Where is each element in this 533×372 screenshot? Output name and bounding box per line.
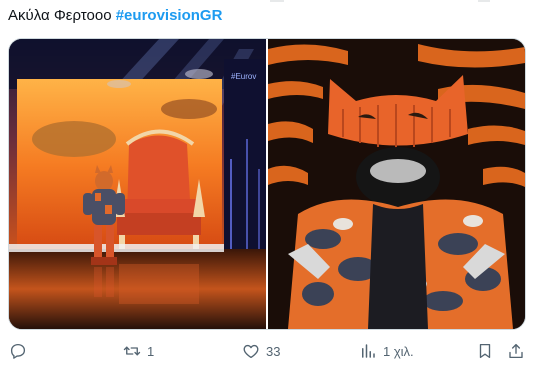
retweet-count: 1: [147, 343, 155, 359]
views-icon: [362, 344, 375, 358]
share-button[interactable]: [507, 334, 525, 368]
reply-button[interactable]: [9, 334, 27, 368]
views-button[interactable]: 1 χιλ.: [359, 334, 414, 368]
tweet-action-bar: 1 33 1 χιλ.: [0, 334, 533, 368]
previous-tweet-remnant: [478, 0, 490, 2]
media-grid: #Eurov: [8, 38, 526, 330]
bookmark-button[interactable]: [476, 334, 494, 368]
bookmark-icon: [479, 343, 491, 359]
stage-performer-image[interactable]: #Eurov: [9, 39, 266, 329]
hashtag-link[interactable]: #eurovisionGR: [116, 7, 223, 24]
retweet-button[interactable]: 1: [123, 334, 154, 368]
share-icon: [509, 343, 523, 359]
previous-tweet-edge: [0, 0, 533, 4]
heart-icon: [243, 344, 259, 359]
views-count: 1 χιλ.: [383, 343, 414, 359]
tiger-costume-closeup-image[interactable]: [268, 39, 525, 329]
previous-tweet-remnant: [270, 0, 284, 2]
tweet-text: Ακύλα Φερτοοο #eurovisionGR: [8, 7, 222, 25]
like-button[interactable]: 33: [242, 334, 280, 368]
tweet-text-plain: Ακύλα Φερτοοο: [8, 7, 112, 24]
svg-text:#Eurov: #Eurov: [231, 72, 256, 81]
reply-icon: [10, 343, 26, 359]
retweet-icon: [123, 346, 141, 356]
like-count: 33: [266, 343, 281, 359]
